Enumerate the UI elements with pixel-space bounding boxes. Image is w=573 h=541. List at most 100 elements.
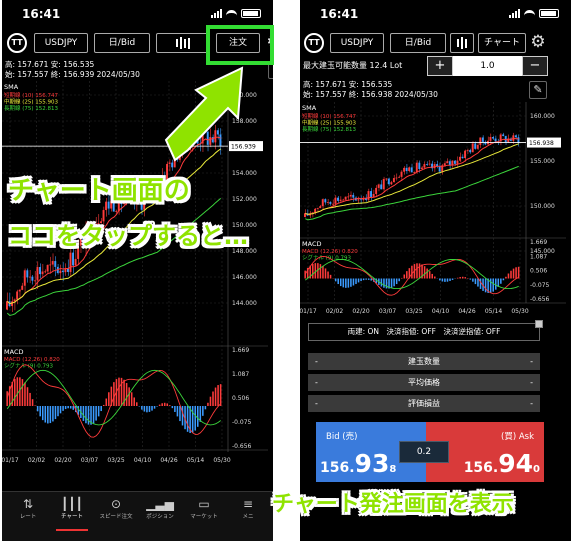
menu-icon: ≡ (242, 497, 254, 511)
macd-histogram-bar (153, 406, 156, 409)
macd-histogram-bar (59, 406, 62, 414)
candle (329, 202, 332, 204)
candle (321, 199, 324, 207)
candle (33, 280, 36, 282)
candle (171, 162, 174, 168)
date-tick: 03/25 (405, 308, 422, 315)
macd-tick: -0.656 (530, 296, 550, 303)
date-tick: 05/30 (511, 308, 528, 315)
candle (469, 150, 472, 153)
macd-histogram-bar (319, 264, 322, 279)
candle (314, 208, 317, 213)
macd-histogram-bar (423, 266, 426, 279)
date-tick: 04/10 (432, 308, 449, 315)
macd-histogram-bar (312, 263, 314, 279)
current-price-text: 156.938 (529, 140, 554, 147)
candle (23, 270, 26, 286)
sma-short-line (305, 137, 519, 215)
left-phone-screen: 16:41 TT USDJPY 日/Bid 注文 ⚙ 高: 157.671 安:… (2, 0, 273, 541)
tab-menu[interactable]: ≡ メニ (226, 497, 270, 520)
unrealized-pl-row: - 評価損益 - (308, 395, 540, 412)
average-price-right: - (530, 378, 533, 387)
tab-position[interactable]: ▁▃▅ ポジション (138, 497, 182, 520)
macd-histogram-bar (67, 406, 69, 409)
tab-arrows[interactable]: ⇅ レート (6, 497, 50, 520)
macd-histogram-bar (469, 278, 472, 280)
candle (173, 147, 176, 168)
macd-histogram-bar (204, 406, 207, 410)
date-tick: 04/26 (458, 308, 475, 315)
macd-histogram-bar (472, 278, 474, 282)
expand-icon[interactable] (535, 320, 543, 328)
candle (395, 177, 398, 179)
order-settings-bar[interactable]: 両建: ON 決済指値: OFF 決済逆指値: OFF (308, 320, 543, 341)
position-row: - 建玉数量 - (308, 353, 540, 370)
macd-histogram-bar (29, 392, 31, 406)
macd-histogram-bar (395, 278, 398, 285)
macd-histogram-bar (62, 406, 64, 411)
macd-histogram-bar (133, 397, 135, 406)
macd-histogram-bar (21, 379, 24, 406)
annotation-line-2: ココをタップすると… (8, 222, 248, 250)
candle (492, 137, 494, 139)
macd-histogram-bar (428, 271, 431, 279)
tab-label: スピード注文 (99, 514, 133, 520)
sma-legend-item: 中期線 (25) 155.903 (4, 98, 59, 106)
candle (178, 151, 181, 160)
macd-histogram-bar (380, 278, 383, 287)
unrealized-pl-left: - (315, 399, 318, 408)
macd-histogram-bar (39, 406, 41, 417)
candle (206, 131, 209, 145)
candle (415, 162, 418, 173)
macd-legend-item: シグナル (9) 0.793 (4, 362, 54, 370)
macd-histogram-bar (163, 402, 166, 406)
date-tick: 01/17 (300, 308, 317, 315)
macd-histogram-bar (474, 278, 477, 285)
macd-histogram-bar (484, 278, 487, 293)
macd-histogram-bar (507, 273, 510, 279)
macd-histogram-bar (108, 392, 110, 406)
candle (349, 194, 352, 197)
candle (418, 162, 421, 169)
macd-histogram-bar (85, 406, 87, 424)
sma-legend-item: 中期線 (25) 155.903 (302, 119, 357, 127)
macd-histogram-bar (148, 406, 151, 412)
candle (481, 137, 484, 142)
candle (18, 289, 21, 292)
tab-speed-order[interactable]: ⊙ スピード注文 (94, 497, 138, 520)
macd-histogram-bar (337, 278, 339, 285)
macd-histogram-bar (390, 278, 393, 288)
candle (367, 191, 370, 200)
tab-label: メニ (242, 514, 254, 520)
macd-histogram-bar (113, 382, 115, 406)
sma-legend-item: 長期線 (75) 152.813 (4, 104, 59, 112)
macd-histogram-bar (44, 406, 47, 423)
current-price-text: 156.939 (231, 144, 256, 151)
macd-histogram-bar (95, 406, 97, 421)
macd-histogram-bar (191, 406, 194, 433)
macd-tick: -0.656 (232, 443, 252, 450)
price-tick: 154.000 (232, 170, 257, 177)
macd-histogram-bar (444, 278, 446, 282)
macd-histogram-bar (304, 270, 306, 279)
average-price-left: - (315, 378, 318, 387)
arrows-icon: ⇅ (22, 497, 34, 511)
candle (420, 167, 423, 169)
macd-histogram-bar (515, 267, 517, 279)
macd-histogram-bar (214, 387, 217, 406)
macd-histogram-bar (41, 406, 44, 421)
tab-label: チャート (61, 514, 83, 520)
tab-market[interactable]: ▭ マーケット (182, 497, 226, 520)
candle (380, 184, 383, 190)
candle (370, 191, 373, 197)
macd-histogram-bar (47, 406, 49, 424)
macd-histogram-bar (141, 406, 143, 410)
left-chart-canvas[interactable]: 01/17 02/02 02/20 03/07 03/25 04/10 04/26 05/14… (2, 0, 273, 541)
candle (398, 176, 400, 178)
macd-histogram-bar (64, 406, 67, 410)
unrealized-pl-right: - (530, 399, 533, 408)
candle (337, 197, 339, 201)
tab-chart[interactable]: ┃┃┃ チャート (50, 497, 94, 531)
macd-histogram-bar (186, 406, 189, 432)
candle (392, 178, 395, 183)
